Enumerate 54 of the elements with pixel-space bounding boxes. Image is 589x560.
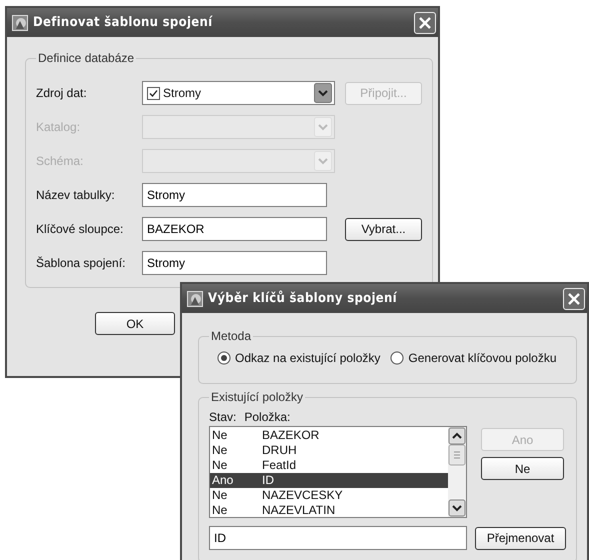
rename-button[interactable]: Přejmenovat (475, 526, 566, 550)
field-label: Katalog: (36, 120, 82, 134)
status-text: Ano (212, 473, 234, 488)
text-field[interactable]: BAZEKOR (142, 217, 327, 241)
radio-option[interactable]: Odkaz na existující položky (217, 351, 380, 365)
window-title: Výběr klíčů šablony spojení (208, 291, 398, 306)
field-label: Klíčové sloupce: (36, 222, 124, 236)
app-icon (12, 14, 28, 30)
text-field[interactable]: Stromy (142, 183, 327, 207)
item-list[interactable]: Ne BAZEKOR Ne DRUH Ne FeatId Ano ID Ne NAZEVCESKY Ne NAZEVLATIN (209, 426, 467, 518)
item-name: NAZEVLATIN (262, 503, 336, 518)
status-text: Ne (212, 503, 228, 518)
dropdown-value: Stromy (163, 86, 202, 100)
action-button[interactable]: Ne (481, 457, 564, 480)
list-item[interactable]: Ne NAZEVLATIN (210, 503, 448, 518)
list-item[interactable]: Ne BAZEKOR (210, 428, 448, 443)
column-header: Stav: (209, 410, 236, 424)
scrollbar[interactable] (448, 427, 466, 517)
item-name: NAZEVCESKY (262, 488, 344, 503)
field-label: Schéma: (36, 154, 84, 168)
item-name: ID (262, 473, 275, 488)
status-text: Ne (212, 488, 228, 503)
radio-icon[interactable] (390, 351, 404, 365)
field-label: Šablona spojení: (36, 256, 126, 270)
item-name: BAZEKOR (262, 428, 320, 443)
list-item[interactable]: Ano ID (210, 473, 448, 488)
checkbox-icon[interactable] (147, 86, 160, 100)
radio-icon[interactable] (217, 351, 231, 365)
rename-field[interactable]: ID (209, 526, 467, 550)
status-text: Ne (212, 443, 228, 458)
close-icon[interactable] (567, 292, 581, 306)
list-item[interactable]: Ne FeatId (210, 458, 448, 473)
group-label: Definice databáze (37, 51, 136, 65)
app-icon (187, 290, 203, 306)
column-header: Položka: (244, 410, 290, 424)
list-item[interactable]: Ne DRUH (210, 443, 448, 458)
item-name: DRUH (262, 443, 298, 458)
action-button[interactable]: Vybrat... (345, 218, 422, 240)
field-label: Zdroj dat: (36, 86, 88, 100)
radio-option[interactable]: Generovat klíčovou položku (390, 351, 556, 365)
status-text: Ne (212, 428, 228, 443)
list-item[interactable]: Ne NAZEVCESKY (210, 488, 448, 503)
window-title: Definovat šablonu spojení (33, 15, 214, 30)
ok-button[interactable]: OK (95, 312, 175, 335)
group-label: Existující položky (210, 390, 304, 404)
close-button[interactable] (414, 12, 436, 34)
item-name: FeatId (262, 458, 298, 473)
close-button[interactable] (563, 288, 585, 310)
close-icon[interactable] (418, 16, 432, 30)
status-text: Ne (212, 458, 228, 473)
text-field[interactable]: Stromy (142, 251, 327, 275)
field-label: Název tabulky: (36, 188, 116, 202)
group-label: Metoda (210, 329, 252, 343)
dropdown[interactable]: Stromy (142, 81, 335, 105)
